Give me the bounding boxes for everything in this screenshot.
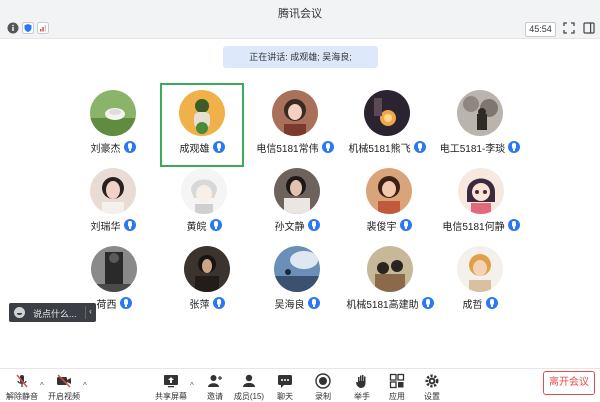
avatar [90, 90, 136, 136]
participant-tile[interactable]: 电信5181常伟 [255, 85, 335, 165]
participant-name: 吴海良 [274, 299, 305, 311]
settings-button[interactable]: 设置 [412, 373, 452, 401]
leave-meeting-button[interactable]: 离开会议 [543, 371, 595, 395]
app-title: 腾讯会议 [278, 8, 322, 20]
participant-name: 成观雄 [179, 143, 210, 155]
divider [85, 306, 86, 319]
microphone-icon [507, 219, 520, 231]
avatar [366, 168, 412, 214]
microphone-icon [485, 297, 498, 309]
participant-tile[interactable]: 刘豪杰 [73, 85, 153, 165]
avatar [181, 168, 227, 214]
share-options-chevron-icon[interactable]: ^ [190, 381, 194, 390]
participant-tile[interactable]: 电信5181何静 [441, 163, 521, 243]
participant-tile[interactable]: 黄皖 [164, 163, 244, 243]
video-options-chevron-icon[interactable]: ^ [83, 381, 87, 390]
microphone-icon [209, 219, 222, 231]
participant-tile[interactable]: 电工5181-李琰 [439, 85, 521, 165]
participant-name: 电工5181-李琰 [439, 143, 506, 155]
fullscreen-icon[interactable] [563, 22, 575, 34]
apps-grid-icon [389, 373, 405, 389]
participant-name: 黄皖 [186, 221, 207, 233]
avatar [364, 90, 410, 136]
avatar [90, 168, 136, 214]
chat-input[interactable]: 说点什么... ‹ [9, 303, 96, 322]
invite-user-icon [208, 375, 222, 387]
microphone-icon [307, 219, 320, 231]
avatar [274, 168, 320, 214]
participant-name: 刘豪杰 [90, 143, 121, 155]
microphone-icon [123, 219, 136, 231]
participant-tile[interactable]: 机械5181熊飞 [347, 85, 427, 165]
avatar [91, 246, 137, 292]
bottom-toolbar: 解除静音 ^ 开启视频 ^ 共享屏幕 ^ 邀请 成员(15) 聊天 录制 举手 … [0, 368, 600, 402]
avatar [457, 246, 503, 292]
avatar [274, 246, 320, 292]
microphone-icon [212, 297, 225, 309]
avatar [184, 246, 230, 292]
shield-icon[interactable] [22, 22, 34, 34]
microphone-icon [508, 141, 521, 153]
participant-tile[interactable]: 吴海良 [257, 241, 337, 321]
avatar [179, 90, 225, 136]
record-icon [315, 373, 331, 389]
participant-name: 荷西 [96, 299, 117, 311]
info-icon[interactable] [7, 22, 19, 34]
settings-label: 设置 [424, 392, 440, 401]
avatar [458, 168, 504, 214]
participant-tile-active[interactable]: 成观雄 [160, 83, 244, 167]
gear-icon [425, 374, 439, 388]
top-info-bar: 45:54 [0, 20, 600, 39]
title-bar: 腾讯会议 [0, 0, 600, 22]
participant-name: 成哲 [462, 299, 483, 311]
video-off-icon [57, 374, 71, 388]
share-screen-icon [164, 375, 178, 388]
microphone-icon [399, 219, 412, 231]
speaking-indicator: 正在讲话: 成观雄; 吴海良; [223, 46, 378, 68]
participant-name: 电信5181何静 [442, 221, 505, 233]
participant-tile[interactable]: 成哲 [440, 241, 520, 321]
chat-icon [278, 375, 292, 388]
participant-name: 裴俊宇 [366, 221, 397, 233]
start-video-button[interactable]: 开启视频 [44, 373, 84, 401]
participant-name: 电信5181常伟 [256, 143, 319, 155]
microphone-icon [307, 297, 320, 309]
participant-tile[interactable]: 孙文静 [257, 163, 337, 243]
members-icon [243, 374, 255, 387]
microphone-icon [123, 141, 136, 153]
microphone-icon [212, 141, 225, 153]
sidebar-toggle-icon[interactable] [583, 22, 595, 34]
collapse-chevron-icon[interactable]: ‹ [89, 306, 92, 316]
chat-placeholder: 说点什么... [33, 309, 77, 319]
participant-tile[interactable]: 刘瑞华 [73, 163, 153, 243]
avatar [457, 90, 503, 136]
avatar [272, 90, 318, 136]
participant-tile[interactable]: 裴俊宇 [349, 163, 429, 243]
participant-name: 机械5181高建助 [346, 299, 419, 311]
microphone-icon [119, 297, 132, 309]
signal-icon[interactable] [37, 22, 49, 34]
participant-name: 张萍 [189, 299, 210, 311]
meeting-timer: 45:54 [525, 22, 556, 37]
muted-microphone-icon [16, 374, 28, 388]
avatar [367, 246, 413, 292]
participant-name: 孙文静 [274, 221, 305, 233]
participant-name: 机械5181熊飞 [348, 143, 411, 155]
participant-name: 刘瑞华 [90, 221, 121, 233]
participant-tile[interactable]: 机械5181高建助 [346, 241, 434, 321]
emoji-icon[interactable] [14, 307, 25, 318]
raise-hand-icon [356, 375, 366, 388]
participant-tile[interactable]: 张萍 [167, 241, 247, 321]
start-video-label: 开启视频 [48, 392, 80, 401]
